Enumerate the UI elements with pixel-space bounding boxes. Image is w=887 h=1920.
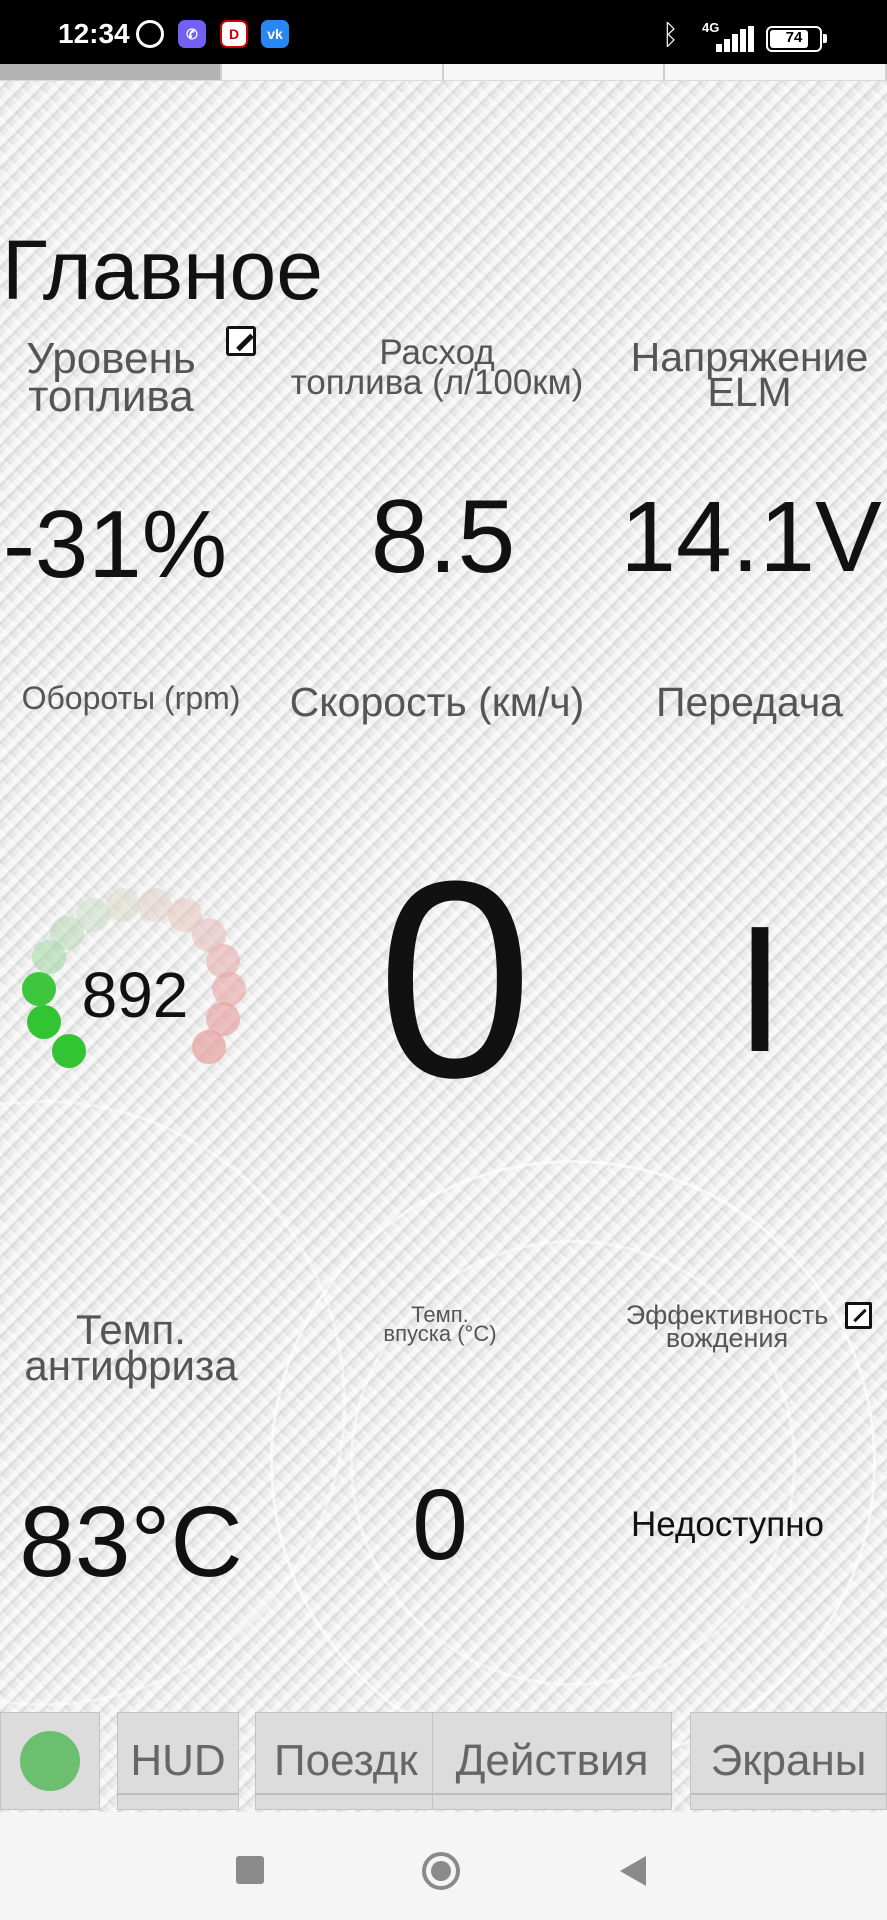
tab-actions[interactable]: Действия bbox=[432, 1712, 672, 1810]
intake-temp-label[interactable]: Темп. впуска (°C) bbox=[340, 1304, 540, 1346]
vk-icon: vk bbox=[261, 20, 289, 48]
rpm-gauge-dot bbox=[138, 888, 172, 922]
speed-value: 0 bbox=[377, 824, 533, 1136]
edit-icon[interactable] bbox=[226, 326, 256, 356]
clock: 12:34 bbox=[58, 18, 130, 49]
page-title: Главное bbox=[2, 223, 323, 317]
intake-temp-value: 0 bbox=[412, 1469, 468, 1581]
fuel-level-label-line2: топлива bbox=[28, 371, 194, 421]
system-nav-bar bbox=[0, 1812, 887, 1920]
intake-temp-label-line2: впуска (°C) bbox=[383, 1320, 497, 1346]
recents-icon[interactable] bbox=[236, 1856, 264, 1884]
tab-screens[interactable]: Экраны bbox=[690, 1712, 887, 1810]
app-screen: 12:34 ✆ D vk ᛒ 4G 74 Главное Уровень топ… bbox=[0, 0, 887, 1920]
back-icon[interactable] bbox=[620, 1856, 646, 1886]
fuel-consumption-value: 8.5 bbox=[370, 479, 516, 595]
battery-level: 74 bbox=[785, 29, 803, 46]
rpm-gauge-dot bbox=[212, 972, 246, 1006]
fuel-level-label[interactable]: Уровень топлива bbox=[0, 337, 222, 421]
battery-icon: 74 bbox=[766, 26, 827, 52]
tab-trips[interactable]: Поездк bbox=[255, 1712, 433, 1810]
connection-status-button[interactable] bbox=[0, 1712, 100, 1810]
connection-status-icon bbox=[20, 1731, 80, 1791]
elm-voltage-value: 14.1V bbox=[620, 481, 882, 593]
background-ring bbox=[0, 1100, 346, 1706]
speed-label[interactable]: Скорость (км/ч) bbox=[262, 681, 612, 722]
tab-trips-label: Поездк bbox=[274, 1736, 418, 1785]
bottom-tab-bar: HUD Поездк Действия Экраны bbox=[0, 1712, 887, 1812]
rpm-gauge-dot bbox=[27, 1005, 61, 1039]
page-indicator-4[interactable] bbox=[665, 64, 887, 81]
fuel-level-value: -31% bbox=[2, 491, 228, 598]
bluetooth-icon: ᛒ bbox=[662, 18, 679, 51]
fuel-consumption-label[interactable]: Расход топлива (л/100км) bbox=[262, 335, 612, 403]
fuel-consumption-label-line2: топлива (л/100км) bbox=[290, 363, 584, 403]
tab-hud-label: HUD bbox=[130, 1736, 226, 1785]
gear-label[interactable]: Передача bbox=[612, 681, 887, 722]
elm-voltage-label-line2: ELM bbox=[707, 369, 792, 416]
elm-voltage-label[interactable]: Напряжение ELM bbox=[612, 336, 887, 416]
page-indicator-2[interactable] bbox=[221, 64, 444, 81]
driving-efficiency-label-line2: вождения bbox=[665, 1323, 789, 1354]
rpm-gauge-dot bbox=[76, 898, 110, 932]
coolant-temp-value: 83°C bbox=[19, 1486, 243, 1598]
page-indicator[interactable] bbox=[0, 64, 887, 82]
viber-icon: ✆ bbox=[178, 20, 206, 48]
rpm-value: 892 bbox=[81, 959, 189, 1031]
page-indicator-1[interactable] bbox=[0, 64, 222, 81]
rpm-gauge-dot bbox=[106, 888, 140, 922]
driving-efficiency-value: Недоступно bbox=[630, 1505, 825, 1544]
tab-actions-label: Действия bbox=[455, 1736, 649, 1785]
external-link-icon[interactable] bbox=[845, 1302, 872, 1329]
driving-efficiency-label[interactable]: Эффективность вождения bbox=[612, 1301, 842, 1354]
tab-hud[interactable]: HUD bbox=[117, 1712, 239, 1810]
rpm-gauge-dot bbox=[52, 1034, 86, 1068]
signal-icon bbox=[716, 26, 754, 52]
rpm-label[interactable]: Обороты (rpm) bbox=[0, 682, 262, 713]
coolant-temp-label-line2: антифриза bbox=[24, 1342, 238, 1390]
rpm-gauge-dot bbox=[22, 972, 56, 1006]
coolant-temp-label[interactable]: Темп. антифриза bbox=[0, 1308, 262, 1390]
status-bar: 12:34 ✆ D vk ᛒ 4G 74 bbox=[0, 0, 887, 64]
rpm-gauge-dot bbox=[192, 1030, 226, 1064]
tab-screens-label: Экраны bbox=[710, 1736, 867, 1785]
page-indicator-3[interactable] bbox=[443, 64, 666, 81]
dvr-icon: D bbox=[220, 20, 248, 48]
alarm-icon bbox=[136, 20, 164, 48]
gear-value: I bbox=[734, 889, 785, 1090]
home-icon[interactable] bbox=[422, 1852, 460, 1890]
